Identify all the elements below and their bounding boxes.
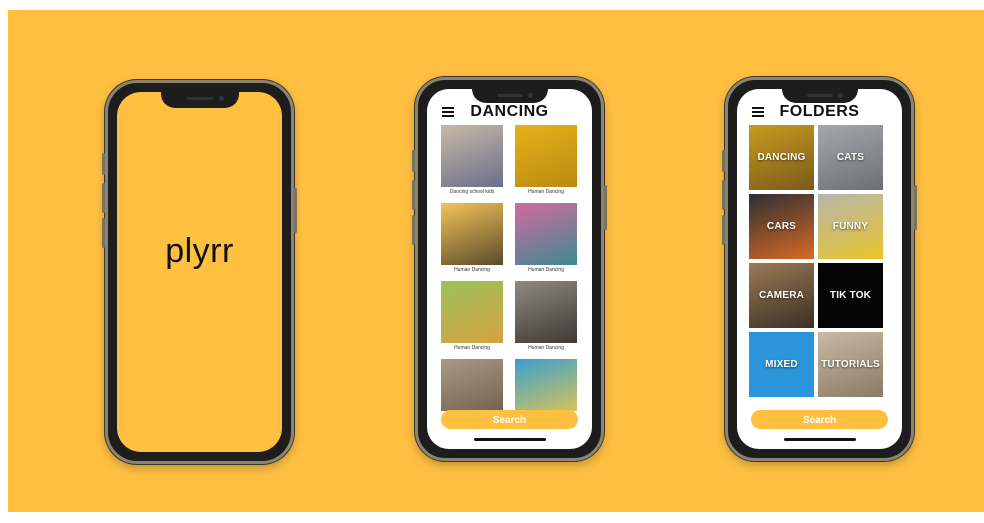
power-button — [294, 188, 297, 233]
phone-splash: plyrr — [102, 80, 297, 464]
video-caption: Human Dancing — [528, 189, 564, 195]
folder-tile[interactable]: MIXED — [749, 332, 814, 397]
volume-down-button — [102, 218, 105, 248]
folder-label: TIK TOK — [829, 290, 872, 301]
phone-notch — [471, 89, 548, 103]
folder-label: MIXED — [765, 359, 798, 370]
video-tile[interactable]: Dancing school kids — [441, 125, 503, 195]
phone-folders: FOLDERS DANCING CATS CARS FUNNY CAMERA TIK TO… — [722, 77, 917, 461]
volume-up-button — [412, 180, 415, 210]
volume-down-button — [722, 215, 725, 245]
folder-label: CARS — [766, 221, 797, 232]
volume-up-button — [722, 180, 725, 210]
app-logo: plyrr — [165, 232, 234, 270]
volume-down-button — [412, 215, 415, 245]
video-tile[interactable] — [515, 359, 577, 411]
power-button — [604, 185, 607, 230]
showcase-canvas: plyrr DANCING Dancing school kids Human D… — [8, 10, 984, 512]
folder-label: DANCING — [757, 152, 806, 163]
video-grid: Dancing school kids Human Dancing Human Da… — [427, 125, 592, 411]
video-caption: Human Dancing — [528, 345, 564, 351]
folder-tile[interactable]: TIK TOK — [818, 263, 883, 328]
video-caption: Human Dancing — [454, 267, 490, 273]
dancing-screen: DANCING Dancing school kids Human Dancing… — [427, 89, 592, 449]
video-thumbnail — [515, 281, 577, 343]
screen-title: FOLDERS — [779, 103, 860, 120]
video-caption: Human Dancing — [454, 345, 490, 351]
folder-tile[interactable]: CAMERA — [749, 263, 814, 328]
screen-header: DANCING — [427, 103, 592, 125]
phone-dancing: DANCING Dancing school kids Human Dancing… — [412, 77, 607, 461]
folder-tile[interactable]: CATS — [818, 125, 883, 190]
video-tile[interactable]: Human Dancing — [441, 203, 503, 273]
video-tile[interactable] — [441, 359, 503, 411]
folder-label: TUTORIALS — [821, 359, 880, 370]
video-thumbnail — [515, 203, 577, 265]
video-tile[interactable]: Human Dancing — [515, 281, 577, 351]
video-thumbnail — [515, 125, 577, 187]
phone-notch — [160, 92, 239, 108]
folder-label: CAMERA — [758, 290, 805, 301]
video-thumbnail — [441, 281, 503, 343]
video-caption: Dancing school kids — [449, 189, 495, 195]
folder-tile[interactable]: FUNNY — [818, 194, 883, 259]
video-thumbnail — [515, 359, 577, 411]
phone-notch — [781, 89, 858, 103]
folder-tile[interactable]: DANCING — [749, 125, 814, 190]
power-button — [914, 185, 917, 230]
folder-tile[interactable]: TUTORIALS — [818, 332, 883, 397]
search-button[interactable]: Search — [751, 410, 888, 429]
video-tile[interactable]: Human Dancing — [515, 203, 577, 273]
folder-label: FUNNY — [832, 221, 869, 232]
video-thumbnail — [441, 203, 503, 265]
video-thumbnail — [441, 359, 503, 411]
volume-up-button — [102, 183, 105, 213]
folder-tile[interactable]: CARS — [749, 194, 814, 259]
side-button — [722, 150, 725, 172]
splash-screen: plyrr — [117, 92, 282, 452]
search-button[interactable]: Search — [441, 410, 578, 429]
side-button — [412, 150, 415, 172]
screen-header: FOLDERS — [737, 103, 902, 125]
folders-screen: FOLDERS DANCING CATS CARS FUNNY CAMERA TIK TO… — [737, 89, 902, 449]
screen-title: DANCING — [470, 103, 549, 120]
video-tile[interactable]: Human Dancing — [515, 125, 577, 195]
home-indicator — [473, 438, 546, 441]
folder-grid: DANCING CATS CARS FUNNY CAMERA TIK TOK MIXED TU… — [737, 125, 902, 411]
video-thumbnail — [441, 125, 503, 187]
video-caption: Human Dancing — [528, 267, 564, 273]
home-indicator — [783, 438, 856, 441]
video-tile[interactable]: Human Dancing — [441, 281, 503, 351]
side-button — [102, 153, 105, 175]
folder-label: CATS — [836, 152, 865, 163]
